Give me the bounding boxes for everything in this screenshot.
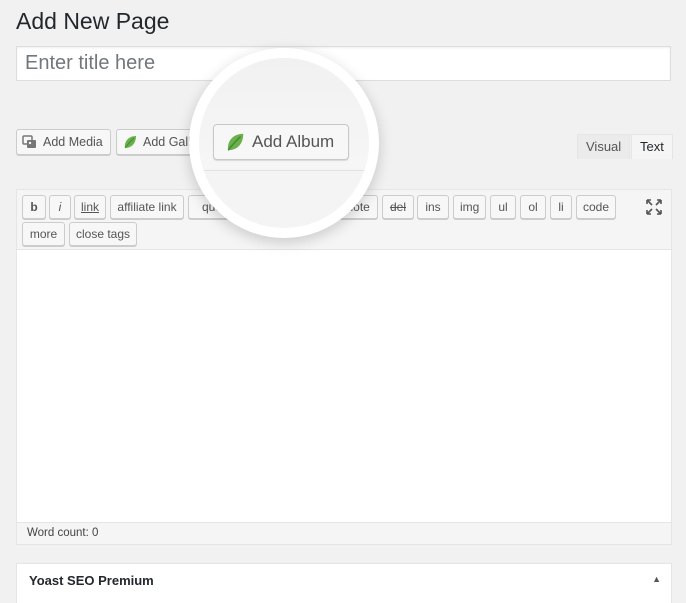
qt-close-tags-button[interactable]: close tags (69, 222, 137, 246)
qt-link-button[interactable]: link (74, 195, 106, 219)
qt-italic-button[interactable]: i (49, 195, 71, 219)
leaf-icon (224, 131, 246, 153)
qt-ol-button[interactable]: ol (520, 195, 546, 219)
qt-img-button[interactable]: img (453, 195, 486, 219)
metabox-title: Yoast SEO Premium (29, 573, 154, 588)
qt-li-button[interactable]: li (550, 195, 572, 219)
add-media-button[interactable]: Add Media (16, 129, 111, 155)
page-title: Add New Page (16, 8, 170, 34)
magnifier-divider (199, 170, 369, 171)
content-textarea[interactable] (17, 250, 671, 522)
tab-text[interactable]: Text (631, 134, 673, 159)
qt-ul-button[interactable]: ul (490, 195, 516, 219)
qt-bold-button[interactable]: b (22, 195, 46, 219)
editor: b i link affiliate link quote b-quote de… (16, 189, 672, 545)
word-count: Word count: 0 (17, 522, 671, 544)
add-album-label: Add Album (252, 132, 335, 151)
magnifier-callout: Add Album (189, 48, 379, 238)
fullscreen-icon[interactable] (645, 198, 663, 216)
leaf-icon (122, 134, 138, 150)
metabox-toggle-icon[interactable]: ▲ (652, 574, 661, 584)
qt-del-button[interactable]: del (382, 195, 414, 219)
yoast-metabox: Yoast SEO Premium ▲ (16, 563, 672, 603)
qt-more-button[interactable]: more (22, 222, 65, 246)
qt-ins-button[interactable]: ins (417, 195, 449, 219)
qt-affiliate-link-button[interactable]: affiliate link (110, 195, 184, 219)
add-album-button[interactable]: Add Album (213, 124, 349, 160)
tab-visual[interactable]: Visual (577, 134, 631, 159)
add-media-label: Add Media (43, 135, 103, 149)
qt-code-button[interactable]: code (576, 195, 616, 219)
media-icon (22, 134, 38, 150)
